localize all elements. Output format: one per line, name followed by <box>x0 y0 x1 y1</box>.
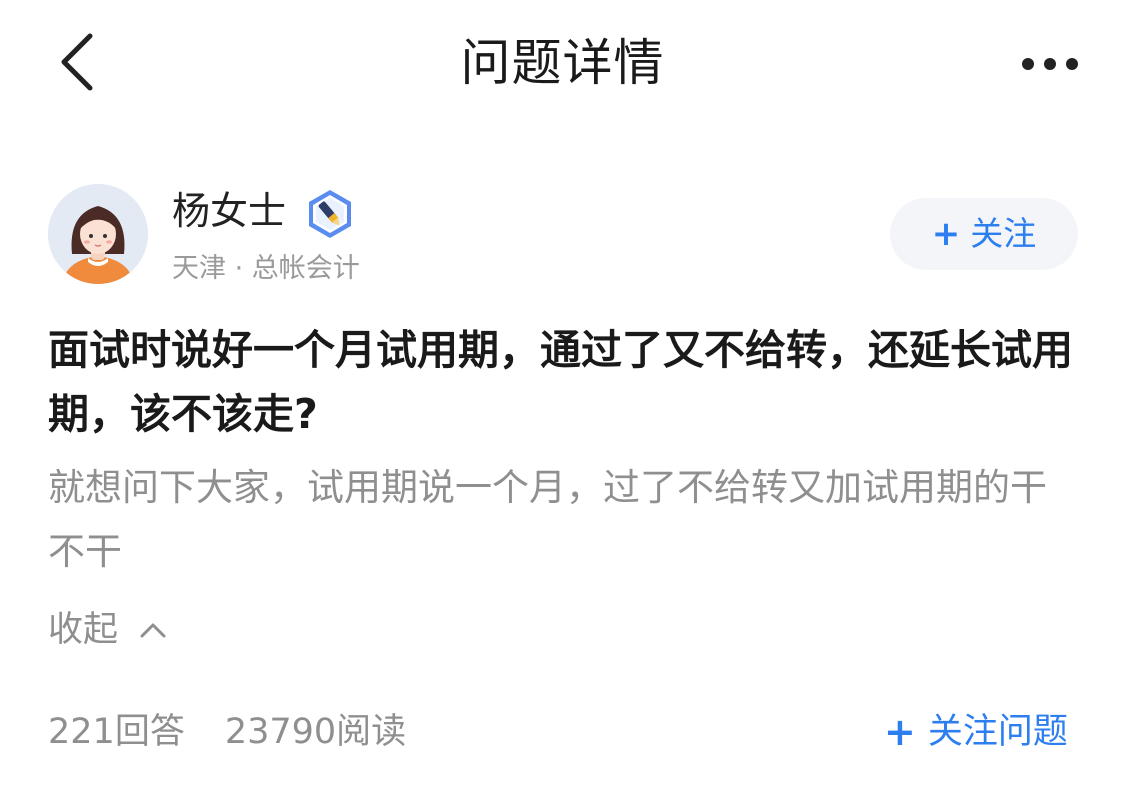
follow-label: 关注 <box>970 214 1037 253</box>
chevron-up-icon <box>138 615 168 645</box>
author-location: 天津 <box>172 253 226 284</box>
plus-icon: + <box>884 710 916 754</box>
avatar-illustration <box>48 184 148 284</box>
meta-separator: · <box>226 253 252 284</box>
avatar[interactable] <box>48 184 148 284</box>
answers-count: 221 <box>48 712 115 752</box>
reads-label: 阅读 <box>336 712 407 752</box>
top-nav-bar: 问题详情 <box>0 0 1125 126</box>
question-title: 面试时说好一个月试用期，通过了又不给转，还延长试用期，该不该走? <box>48 326 1073 438</box>
plus-icon: + <box>931 214 961 254</box>
verified-badge-icon <box>304 188 356 240</box>
author-name[interactable]: 杨女士 <box>172 188 286 234</box>
page-title: 问题详情 <box>460 34 665 92</box>
more-button[interactable] <box>1012 40 1088 88</box>
follow-question-label: 关注问题 <box>927 712 1068 752</box>
follow-author-button[interactable]: + 关注 <box>890 198 1078 270</box>
question-stats: 221 回答 23790 阅读 <box>48 706 406 758</box>
author-profession: 总帐会计 <box>251 253 360 284</box>
collapse-toggle[interactable]: 收起 <box>48 606 168 654</box>
follow-question-button[interactable]: + 关注问题 <box>884 706 1068 758</box>
question-body: 就想问下大家，试用期说一个月，过了不给转又加试用期的干不干 <box>48 466 1047 573</box>
author-meta: 天津 · 总帐会计 <box>172 252 360 286</box>
collapse-label: 收起 <box>48 610 119 650</box>
answers-label: 回答 <box>114 712 185 752</box>
reads-count: 23790 <box>224 712 337 752</box>
more-horizontal-icon <box>1022 58 1078 70</box>
